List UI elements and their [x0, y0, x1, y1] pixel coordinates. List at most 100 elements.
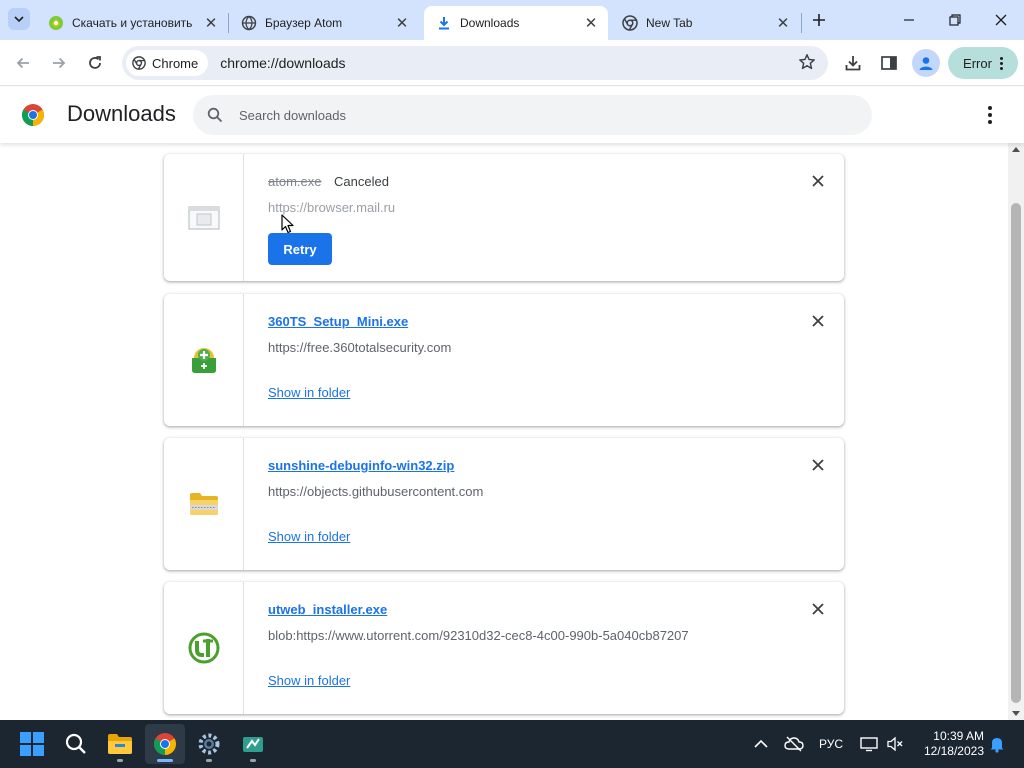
more-vert-icon[interactable]	[980, 103, 1000, 127]
close-tab-icon[interactable]: ✕	[774, 14, 792, 32]
cloud-offline-icon[interactable]	[782, 720, 806, 768]
file-icon-column	[164, 294, 244, 426]
tab-title: Скачать и установить	[72, 16, 193, 30]
scroll-down-arrow-icon[interactable]	[1012, 711, 1020, 716]
address-bar[interactable]: Chrome chrome://downloads	[122, 46, 828, 80]
chrome-logo-icon	[22, 104, 44, 126]
download-status: Canceled	[334, 174, 389, 189]
site-info-chip[interactable]: Chrome	[126, 50, 209, 76]
page-title: Downloads	[67, 101, 176, 126]
scroll-up-arrow-icon[interactable]	[1012, 147, 1020, 152]
close-window-icon[interactable]	[978, 0, 1024, 40]
network-display-icon[interactable]	[858, 720, 880, 768]
close-tab-icon[interactable]: ✕	[393, 14, 411, 32]
bookmark-star-icon[interactable]	[798, 53, 816, 76]
chrome-icon	[132, 56, 146, 70]
download-source-url[interactable]: https://browser.mail.ru	[268, 200, 395, 215]
show-in-folder-link[interactable]: Show in folder	[268, 529, 350, 544]
tab-title: Downloads	[460, 16, 520, 30]
exe-file-icon	[187, 205, 220, 230]
app-icon[interactable]	[233, 724, 273, 764]
volume-muted-icon[interactable]	[884, 720, 906, 768]
download-item: utweb_installer.exe blob:https://www.uto…	[164, 582, 844, 714]
input-language-indicator[interactable]: РУС	[816, 720, 846, 768]
tab-search-button[interactable]	[8, 8, 30, 30]
back-arrow-icon[interactable]	[8, 48, 38, 78]
notification-bell-icon[interactable]	[986, 720, 1008, 768]
remove-item-close-icon[interactable]	[810, 313, 826, 329]
error-menu-button[interactable]: Error	[948, 47, 1018, 79]
show-in-folder-link[interactable]: Show in folder	[268, 385, 350, 400]
remove-item-close-icon[interactable]	[810, 601, 826, 617]
tab-downloads[interactable]: Downloads ✕	[424, 6, 608, 40]
zip-folder-icon	[189, 493, 218, 515]
retry-button[interactable]: Retry	[268, 233, 332, 265]
close-tab-icon[interactable]: ✕	[202, 14, 220, 32]
tab-strip: Скачать и установить ✕ Браузер Atom ✕ Do…	[0, 0, 1024, 40]
file-icon-column	[164, 438, 244, 570]
running-indicator	[206, 759, 212, 762]
tab-title: New Tab	[646, 16, 693, 30]
search-input[interactable]	[239, 107, 799, 123]
side-panel-icon[interactable]	[874, 48, 904, 78]
chrome-icon[interactable]	[145, 724, 185, 764]
scrollbar-thumb[interactable]	[1011, 203, 1021, 703]
settings-icon[interactable]	[189, 724, 229, 764]
file-icon-column	[164, 154, 244, 281]
close-tab-icon[interactable]: ✕	[582, 14, 600, 32]
download-source-url[interactable]: https://objects.githubusercontent.com	[268, 484, 483, 499]
new-tab-plus-icon[interactable]	[808, 9, 830, 31]
vertical-scrollbar[interactable]	[1008, 143, 1024, 720]
download-filename-link[interactable]: utweb_installer.exe	[268, 602, 387, 617]
windows-taskbar: РУС 10:39 AM 12/18/2023	[0, 720, 1024, 768]
tab-title: Браузер Atom	[265, 16, 343, 30]
search-icon[interactable]	[56, 724, 96, 764]
downloads-list: atom.exe Canceled https://browser.mail.r…	[0, 143, 1008, 720]
show-in-folder-link[interactable]: Show in folder	[268, 673, 350, 688]
file-icon-column	[164, 582, 244, 714]
site-chip-label: Chrome	[152, 55, 199, 71]
running-indicator	[117, 759, 123, 762]
atom-logo-icon	[48, 15, 64, 31]
download-source-url[interactable]: blob:https://www.utorrent.com/92310d32-c…	[268, 628, 689, 643]
language-label: РУС	[818, 737, 844, 751]
chrome-icon	[622, 15, 638, 31]
more-vert-icon	[999, 56, 1003, 70]
chevron-up-icon[interactable]	[750, 720, 772, 768]
active-indicator	[157, 759, 173, 762]
download-filename-link[interactable]: 360TS_Setup_Mini.exe	[268, 314, 408, 329]
tab-new-tab[interactable]: New Tab ✕	[610, 6, 800, 40]
restore-icon[interactable]	[932, 0, 978, 40]
remove-item-close-icon[interactable]	[810, 457, 826, 473]
profile-avatar-icon[interactable]	[912, 49, 940, 77]
search-downloads-field[interactable]	[193, 95, 872, 135]
tab-atom-download[interactable]: Скачать и установить ✕	[36, 6, 228, 40]
globe-icon	[241, 15, 257, 31]
file-explorer-icon[interactable]	[100, 724, 140, 764]
system-clock[interactable]: 10:39 AM 12/18/2023	[912, 729, 984, 759]
download-icon	[436, 15, 452, 31]
download-source-url[interactable]: https://free.360totalsecurity.com	[268, 340, 451, 355]
remove-item-close-icon[interactable]	[810, 173, 826, 189]
tab-atom-browser[interactable]: Браузер Atom ✕	[229, 6, 419, 40]
browser-toolbar: Chrome chrome://downloads Error	[0, 40, 1024, 86]
chevron-down-icon	[14, 16, 24, 23]
downloads-header: Downloads	[0, 87, 1024, 143]
download-item: 360TS_Setup_Mini.exe https://free.360tot…	[164, 294, 844, 426]
tab-separator	[801, 13, 802, 33]
download-filename: atom.exe	[268, 174, 322, 189]
clock-time: 10:39 AM	[933, 729, 984, 743]
reload-icon[interactable]	[80, 48, 110, 78]
mouse-pointer-icon	[281, 214, 294, 234]
360-total-security-icon	[191, 348, 216, 373]
url-text[interactable]: chrome://downloads	[220, 55, 345, 71]
forward-arrow-icon[interactable]	[44, 48, 74, 78]
error-label: Error	[963, 55, 992, 71]
search-icon	[207, 107, 223, 123]
clock-date: 12/18/2023	[923, 744, 984, 758]
download-filename-link[interactable]: sunshine-debuginfo-win32.zip	[268, 458, 454, 473]
minimize-icon[interactable]	[886, 0, 932, 40]
start-icon[interactable]	[12, 724, 52, 764]
downloads-toolbar-icon[interactable]	[838, 48, 868, 78]
running-indicator	[250, 759, 256, 762]
